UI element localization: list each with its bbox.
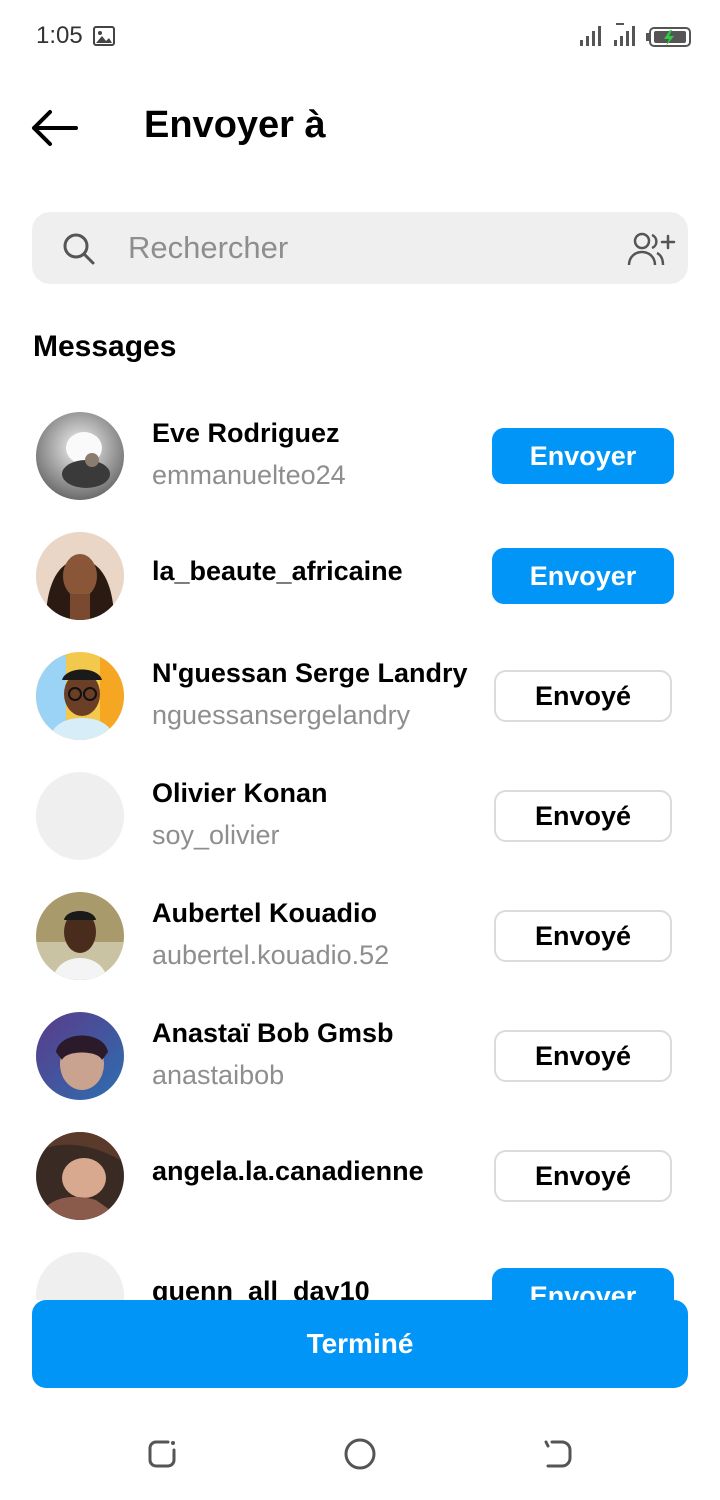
contact-name: Anastaï Bob Gmsb <box>152 1018 394 1048</box>
contact-row[interactable]: angela.la.canadienne Envoyé <box>0 1112 720 1232</box>
avatar-placeholder <box>36 1252 124 1300</box>
back-nav-button[interactable] <box>538 1434 578 1474</box>
add-people-icon[interactable] <box>626 230 676 268</box>
avatar <box>36 1012 124 1100</box>
sent-button[interactable]: Envoyé <box>494 670 672 722</box>
sent-button[interactable]: Envoyé <box>494 1150 672 1202</box>
contact-name: angela.la.canadienne <box>152 1156 424 1186</box>
contact-name: Olivier Konan <box>152 778 328 808</box>
avatar <box>36 532 124 620</box>
contact-name: quenn_all_day10 <box>152 1276 370 1300</box>
contact-username: anastaibob <box>152 1060 285 1090</box>
signal-icon <box>614 23 635 46</box>
avatar <box>36 652 124 740</box>
sent-button[interactable]: Envoyé <box>494 1030 672 1082</box>
avatar-placeholder <box>36 772 124 860</box>
contact-row[interactable]: Olivier Konan soy_olivier Envoyé <box>0 752 720 872</box>
image-icon <box>92 24 116 53</box>
send-button[interactable]: Envoyer <box>492 428 674 484</box>
header: Envoyer à <box>0 88 720 168</box>
back-button[interactable] <box>28 106 84 150</box>
contact-row[interactable]: Eve Rodriguez emmanuelteo24 Envoyer <box>0 392 720 512</box>
avatar <box>36 892 124 980</box>
arrow-left-icon <box>32 110 78 146</box>
contact-name: Aubertel Kouadio <box>152 898 378 928</box>
contact-username: soy_olivier <box>152 820 280 850</box>
contact-row[interactable]: quenn_all_day10 Envoyer <box>0 1232 720 1300</box>
avatar <box>36 1132 124 1220</box>
sent-button[interactable]: Envoyé <box>494 910 672 962</box>
sent-button[interactable]: Envoyé <box>494 790 672 842</box>
contact-name: Eve Rodriguez <box>152 418 340 448</box>
contact-name: la_beaute_africaine <box>152 556 403 586</box>
contact-list: Eve Rodriguez emmanuelteo24 Envoyer la_b… <box>0 392 720 1300</box>
avatar <box>36 412 124 500</box>
done-button[interactable]: Terminé <box>32 1300 688 1388</box>
home-button[interactable] <box>340 1434 380 1474</box>
contact-username: nguessansergelandry <box>152 700 411 730</box>
back-nav-icon <box>544 1440 572 1468</box>
status-indicators <box>580 22 696 55</box>
recent-apps-icon <box>148 1440 176 1468</box>
contact-row[interactable]: Anastaï Bob Gmsb anastaibob Envoyé <box>0 992 720 1112</box>
recent-apps-button[interactable] <box>142 1434 182 1474</box>
send-button[interactable]: Envoyer <box>492 548 674 604</box>
contact-row[interactable]: la_beaute_africaine Envoyer <box>0 512 720 632</box>
status-bar: 1:05 <box>0 0 720 72</box>
page-title: Envoyer à <box>144 104 326 146</box>
contact-name: N'guessan Serge Landry <box>152 658 468 688</box>
search-input[interactable] <box>128 212 608 284</box>
navigation-bar <box>0 1420 720 1486</box>
battery-charging-icon <box>646 27 691 47</box>
section-title: Messages <box>33 330 177 363</box>
home-icon <box>344 1438 376 1470</box>
signal-icon <box>580 26 601 46</box>
contact-username: aubertel.kouadio.52 <box>152 940 390 970</box>
send-button[interactable]: Envoyer <box>492 1268 674 1300</box>
search-bar <box>32 212 688 284</box>
contact-row[interactable]: Aubertel Kouadio aubertel.kouadio.52 Env… <box>0 872 720 992</box>
contact-row[interactable]: N'guessan Serge Landry nguessansergeland… <box>0 632 720 752</box>
contact-username: emmanuelteo24 <box>152 460 346 490</box>
search-icon <box>62 232 96 271</box>
status-time: 1:05 <box>36 22 83 49</box>
